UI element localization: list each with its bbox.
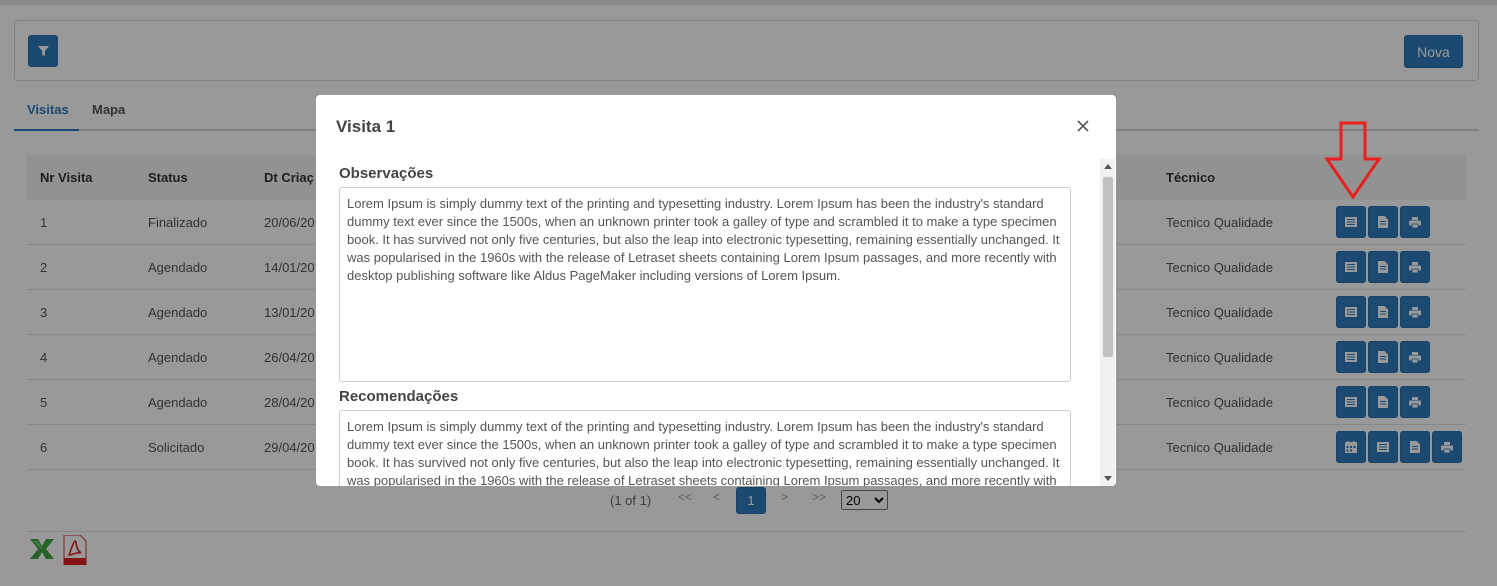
scroll-down-icon[interactable]: [1104, 476, 1112, 481]
dialog-scrollbar[interactable]: [1100, 159, 1115, 486]
recomendacoes-label: Recomendações: [339, 388, 459, 405]
dialog-body: Observações Lorem Ipsum is simply dummy …: [316, 159, 1116, 486]
close-icon[interactable]: [1076, 119, 1090, 133]
annotation-arrow-icon: [1324, 121, 1382, 200]
scrollbar-thumb[interactable]: [1103, 177, 1113, 357]
scroll-up-icon[interactable]: [1104, 164, 1112, 169]
observacoes-label: Observações: [339, 165, 434, 182]
observacoes-textarea[interactable]: Lorem Ipsum is simply dummy text of the …: [339, 187, 1071, 382]
visit-dialog: Visita 1 Observações Lorem Ipsum is simp…: [316, 95, 1116, 486]
recomendacoes-textarea[interactable]: Lorem Ipsum is simply dummy text of the …: [339, 410, 1071, 486]
dialog-title: Visita 1: [336, 117, 396, 136]
